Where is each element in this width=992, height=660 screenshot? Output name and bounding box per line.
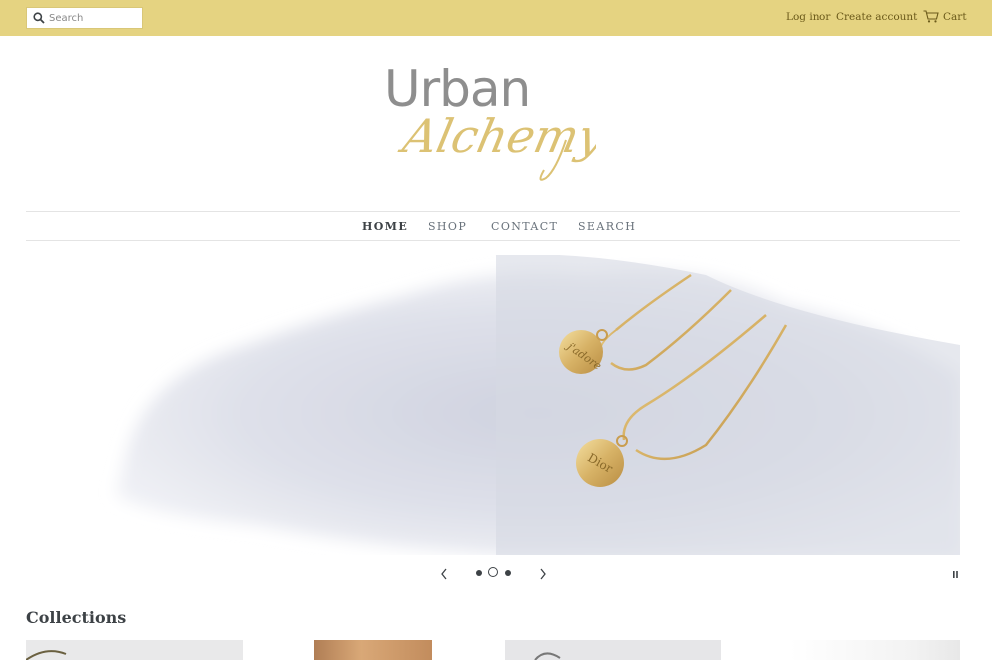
top-bar: Log in or Create account Cart	[0, 0, 992, 36]
search-input[interactable]	[49, 10, 139, 26]
nav-item-search[interactable]: SEARCH	[578, 220, 636, 233]
slideshow-dot-2-active[interactable]	[488, 567, 498, 577]
or-text: or	[819, 11, 831, 23]
search-icon[interactable]	[33, 12, 45, 24]
slideshow-next-button[interactable]	[537, 567, 549, 581]
slideshow-dot-1[interactable]	[476, 570, 482, 576]
collection-card[interactable]	[26, 640, 243, 660]
slideshow-prev-button[interactable]	[438, 567, 450, 581]
collection-image	[26, 650, 67, 660]
collection-card[interactable]	[790, 640, 960, 660]
search-box[interactable]	[26, 7, 143, 29]
collection-image	[534, 652, 561, 660]
pause-icon[interactable]	[952, 571, 959, 578]
nav-item-contact[interactable]: CONTACT	[491, 220, 558, 233]
nav-item-home[interactable]: HOME	[362, 220, 408, 233]
cart-icon[interactable]	[923, 10, 939, 23]
logo-script: Alchemy	[395, 109, 596, 181]
collection-card[interactable]	[314, 640, 432, 660]
cart-link[interactable]: Cart	[943, 11, 967, 23]
collection-card[interactable]	[505, 640, 721, 660]
slideshow-dot-3[interactable]	[505, 570, 511, 576]
hero-image: j'adore Dior	[116, 255, 960, 555]
nav-item-shop[interactable]: SHOP	[428, 220, 467, 233]
logo-word-alchemy: Alchemy	[395, 109, 596, 162]
login-link[interactable]: Log in	[786, 11, 819, 23]
create-account-link[interactable]: Create account	[836, 11, 917, 23]
collections-heading: Collections	[26, 608, 127, 627]
hero-slideshow[interactable]: j'adore Dior	[26, 255, 960, 555]
site-logo[interactable]: Urban Alchemy	[376, 60, 596, 185]
main-nav: HOME SHOP CONTACT SEARCH	[26, 211, 960, 241]
